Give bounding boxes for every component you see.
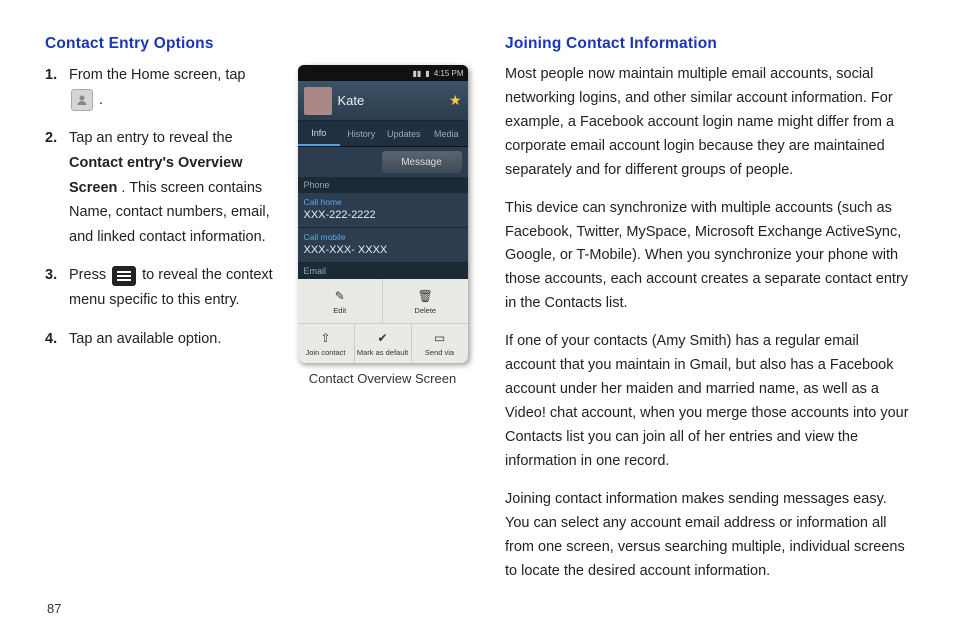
heading-contact-entry-options: Contact Entry Options: [45, 35, 275, 53]
signal-icon: ▮▮: [412, 69, 421, 78]
tab-updates[interactable]: Updates: [383, 121, 426, 146]
step-1: From the Home screen, tap .: [69, 63, 275, 112]
contact-name: Kate: [338, 93, 443, 108]
message-row: Message: [298, 147, 468, 177]
phone-row-mobile[interactable]: Call mobile XXX-XXX- XXXX: [298, 228, 468, 263]
row-home-label: Call home: [304, 197, 462, 207]
phone-row-home[interactable]: Call home XXX-222-2222: [298, 193, 468, 228]
star-icon: ★: [449, 92, 462, 109]
send-icon: ▭: [432, 330, 448, 346]
tab-history[interactable]: History: [340, 121, 383, 146]
edit-icon: ✎: [332, 288, 348, 304]
contacts-icon: [71, 89, 93, 111]
paragraph-3: If one of your contacts (Amy Smith) has …: [505, 330, 909, 474]
step-4: Tap an available option.: [69, 327, 275, 352]
phone-status-bar: ▮▮ ▮ 4:15 PM: [298, 65, 468, 81]
row-home-value: XXX-222-2222: [304, 209, 462, 221]
step-4-text: Tap an available option.: [69, 331, 221, 347]
tab-info[interactable]: Info: [298, 121, 341, 146]
join-icon: ⇧: [318, 330, 334, 346]
battery-icon: ▮: [425, 69, 429, 78]
action-send-label: Send via: [425, 348, 454, 357]
message-button[interactable]: Message: [382, 151, 462, 173]
action-mark-default[interactable]: ✔ Mark as default: [355, 324, 412, 363]
contact-tabs: Info History Updates Media: [298, 121, 468, 147]
action-delete[interactable]: 🗑 Delete: [383, 279, 468, 323]
section-email: Email: [298, 263, 468, 279]
section-phone: Phone: [298, 177, 468, 193]
action-send-via[interactable]: ▭ Send via: [412, 324, 468, 363]
paragraph-4: Joining contact information makes sendin…: [505, 488, 909, 584]
tab-media[interactable]: Media: [425, 121, 468, 146]
step-3: Press to reveal the context menu specifi…: [69, 263, 275, 312]
status-time: 4:15 PM: [434, 69, 464, 78]
avatar: [304, 87, 332, 115]
action-join[interactable]: ⇧ Join contact: [298, 324, 355, 363]
heading-joining-contact-info: Joining Contact Information: [505, 35, 909, 53]
figure-caption: Contact Overview Screen: [309, 371, 456, 386]
paragraph-2: This device can synchronize with multipl…: [505, 197, 909, 317]
check-icon: ✔: [375, 330, 391, 346]
action-row-2: ⇧ Join contact ✔ Mark as default ▭ Send …: [298, 323, 468, 363]
steps-list: From the Home screen, tap . Tap an entry…: [45, 63, 275, 351]
action-edit[interactable]: ✎ Edit: [298, 279, 384, 323]
action-join-label: Join contact: [305, 348, 345, 357]
action-row-1: ✎ Edit 🗑 Delete: [298, 279, 468, 323]
contact-header: Kate ★: [298, 81, 468, 121]
step-1-text-a: From the Home screen, tap: [69, 67, 246, 83]
action-mark-label: Mark as default: [357, 348, 408, 357]
page-number: 87: [47, 601, 61, 616]
row-mobile-label: Call mobile: [304, 232, 462, 242]
menu-icon: [112, 266, 136, 286]
step-3-text-a: Press: [69, 267, 110, 283]
step-2-text-a: Tap an entry to reveal the: [69, 130, 233, 146]
step-2: Tap an entry to reveal the Contact entry…: [69, 126, 275, 249]
action-edit-label: Edit: [333, 306, 346, 315]
step-1-text-b: .: [99, 92, 103, 108]
phone-mockup: ▮▮ ▮ 4:15 PM Kate ★ Info History Updates…: [298, 65, 468, 363]
row-mobile-value: XXX-XXX- XXXX: [304, 244, 462, 256]
paragraph-1: Most people now maintain multiple email …: [505, 63, 909, 183]
delete-icon: 🗑: [417, 288, 433, 304]
action-delete-label: Delete: [414, 306, 436, 315]
